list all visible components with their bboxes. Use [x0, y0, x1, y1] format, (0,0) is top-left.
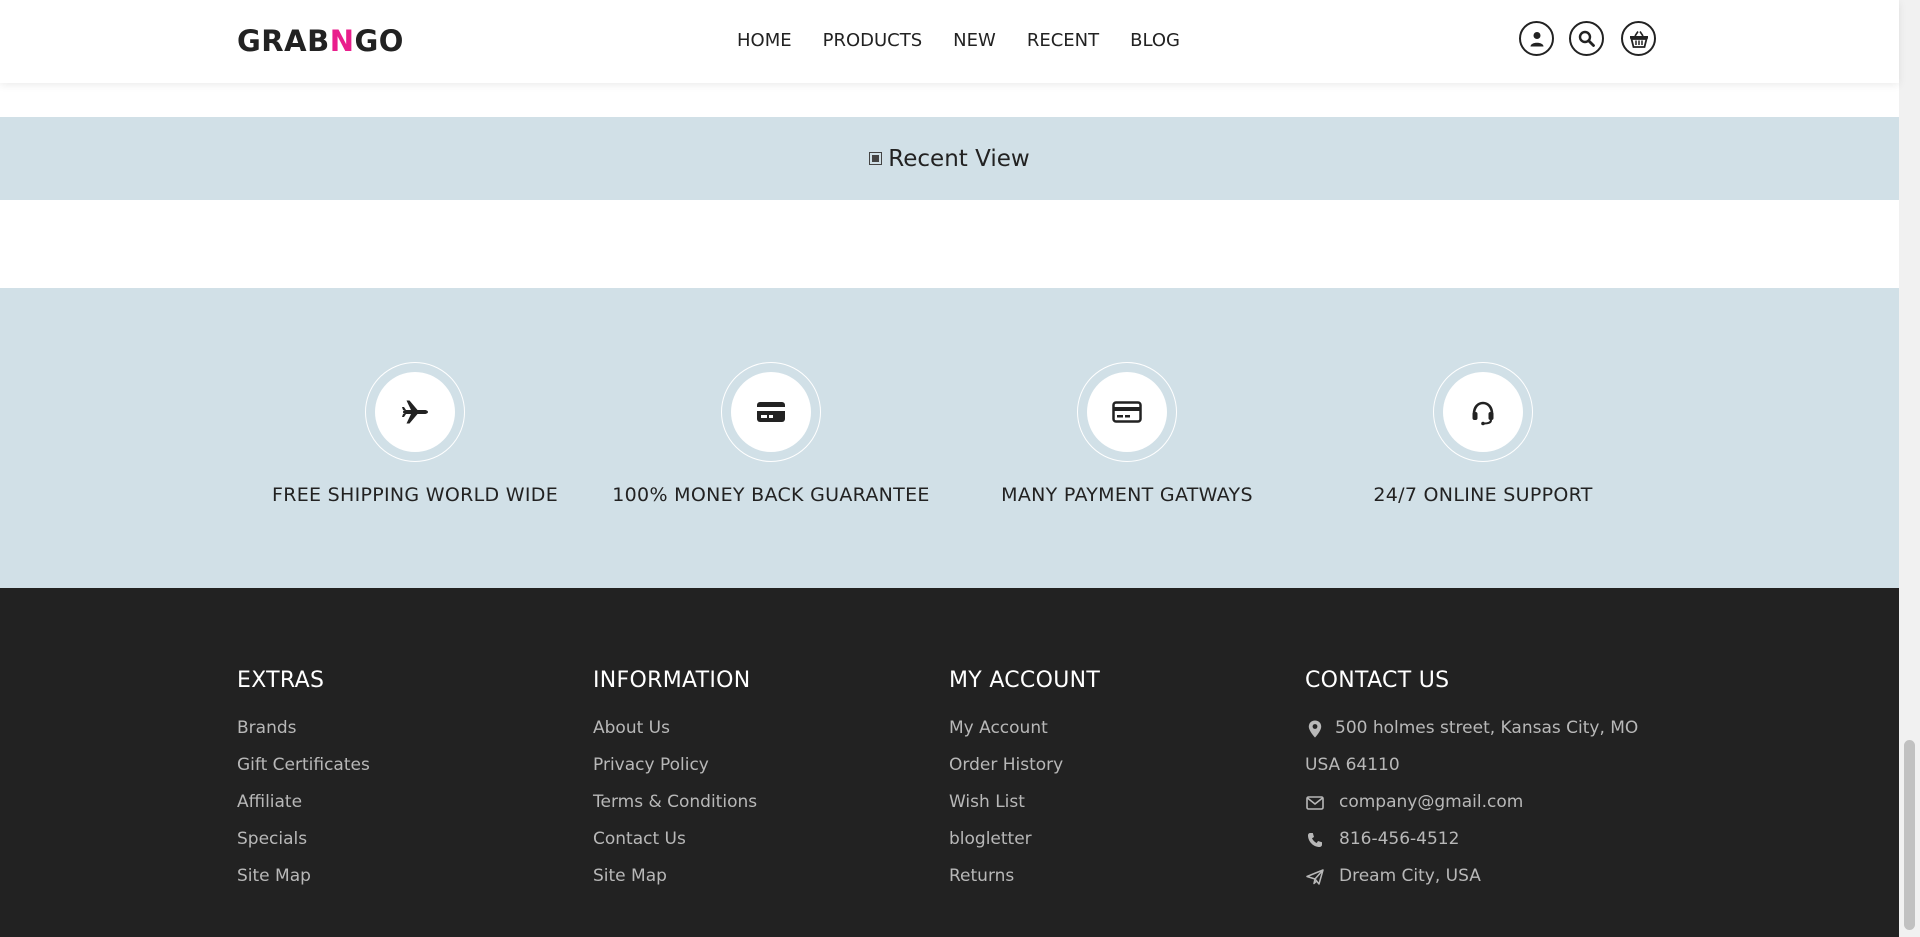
headset-icon	[1472, 401, 1494, 426]
contact-address-cont: USA 64110	[1305, 747, 1638, 784]
footer-col-information: INFORMATION About Us Privacy Policy Term…	[593, 668, 757, 895]
search-button[interactable]	[1569, 21, 1604, 56]
footer-link-blogletter[interactable]: blogletter	[949, 821, 1100, 858]
recent-view-heading: Recent View	[869, 145, 1030, 172]
feature-icon-circle	[1443, 372, 1523, 452]
search-icon	[1578, 30, 1595, 47]
map-marker-icon	[1305, 720, 1325, 738]
envelope-icon	[1305, 795, 1325, 810]
user-icon	[1530, 31, 1543, 46]
feature-icon-circle	[731, 372, 811, 452]
footer-link-site-map[interactable]: Site Map	[593, 858, 757, 895]
scrollbar-thumb[interactable]	[1904, 740, 1915, 930]
nav-home[interactable]: HOME	[737, 30, 792, 51]
footer-link-site-map[interactable]: Site Map	[237, 858, 370, 895]
footer-col-extras: EXTRAS Brands Gift Certificates Affiliat…	[237, 668, 370, 895]
contact-email[interactable]: company@gmail.com	[1305, 784, 1638, 821]
feature-icon-ring	[1433, 362, 1533, 462]
main-nav: HOME PRODUCTS NEW RECENT BLOG	[737, 30, 1180, 51]
feature-icon-ring	[365, 362, 465, 462]
contact-phone-text: 816-456-4512	[1339, 829, 1460, 849]
contact-email-text: company@gmail.com	[1339, 792, 1524, 812]
footer-link-wish-list[interactable]: Wish List	[949, 784, 1100, 821]
contact-address: 500 holmes street, Kansas City, MO	[1305, 710, 1638, 747]
logo-text-go: GO	[354, 24, 404, 58]
footer-heading-information: INFORMATION	[593, 668, 751, 693]
contact-location-text: Dream City, USA	[1339, 866, 1481, 886]
footer-heading-my-account: MY ACCOUNT	[949, 668, 1101, 693]
nav-products[interactable]: PRODUCTS	[823, 30, 923, 51]
payment-card-icon	[1112, 401, 1142, 423]
credit-card-icon	[757, 402, 785, 422]
footer-link-order-history[interactable]: Order History	[949, 747, 1100, 784]
page-scrollbar[interactable]	[1899, 0, 1920, 937]
feature-online-support: 24/7 ONLINE SUPPORT	[1305, 362, 1661, 506]
footer-link-specials[interactable]: Specials	[237, 821, 370, 858]
footer-col-my-account: MY ACCOUNT My Account Order History Wish…	[949, 668, 1100, 895]
contact-address-line1: 500 holmes street, Kansas City, MO	[1335, 718, 1639, 738]
account-button[interactable]	[1519, 21, 1554, 56]
feature-money-back: 100% MONEY BACK GUARANTEE	[593, 362, 949, 506]
nav-new[interactable]: NEW	[953, 30, 996, 51]
logo-text-n: N	[329, 24, 355, 58]
footer-link-terms[interactable]: Terms & Conditions	[593, 784, 757, 821]
basket-icon	[1629, 30, 1648, 48]
footer-link-gift-certificates[interactable]: Gift Certificates	[237, 747, 370, 784]
broken-image-icon	[869, 152, 883, 165]
feature-label: FREE SHIPPING WORLD WIDE	[271, 484, 559, 506]
footer-link-returns[interactable]: Returns	[949, 858, 1100, 895]
paper-plane-icon	[1305, 868, 1325, 885]
footer-link-my-account[interactable]: My Account	[949, 710, 1100, 747]
nav-blog[interactable]: BLOG	[1130, 30, 1180, 51]
logo-text-grab: GRAB	[237, 24, 330, 58]
feature-label: 100% MONEY BACK GUARANTEE	[612, 484, 930, 506]
features-section: FREE SHIPPING WORLD WIDE 100% MONEY BACK…	[0, 288, 1899, 588]
airplane-icon	[402, 400, 428, 424]
footer-link-brands[interactable]: Brands	[237, 710, 370, 747]
feature-icon-ring	[721, 362, 821, 462]
nav-recent[interactable]: RECENT	[1027, 30, 1099, 51]
recent-view-section: Recent View	[0, 117, 1899, 200]
site-footer: EXTRAS Brands Gift Certificates Affiliat…	[0, 588, 1899, 937]
contact-address-line2: USA 64110	[1305, 755, 1400, 775]
recent-view-title: Recent View	[888, 145, 1030, 172]
feature-icon-ring	[1077, 362, 1177, 462]
footer-link-about-us[interactable]: About Us	[593, 710, 757, 747]
feature-label: 24/7 ONLINE SUPPORT	[1373, 484, 1593, 506]
phone-icon	[1305, 832, 1325, 848]
footer-link-contact-us[interactable]: Contact Us	[593, 821, 757, 858]
cart-button[interactable]	[1621, 21, 1656, 56]
footer-heading-extras: EXTRAS	[237, 668, 325, 693]
feature-payment-gateways: MANY PAYMENT GATWAYS	[949, 362, 1305, 506]
feature-icon-circle	[375, 372, 455, 452]
site-header: GRABNGO HOME PRODUCTS NEW RECENT BLOG	[0, 0, 1899, 83]
footer-heading-contact: CONTACT US	[1305, 668, 1450, 693]
footer-link-affiliate[interactable]: Affiliate	[237, 784, 370, 821]
site-logo[interactable]: GRABNGO	[237, 24, 404, 58]
feature-icon-circle	[1087, 372, 1167, 452]
contact-location: Dream City, USA	[1305, 858, 1638, 895]
footer-col-contact: CONTACT US 500 holmes street, Kansas Cit…	[1305, 668, 1638, 895]
footer-link-privacy-policy[interactable]: Privacy Policy	[593, 747, 757, 784]
page: GRABNGO HOME PRODUCTS NEW RECENT BLOG Re…	[0, 0, 1899, 937]
contact-phone[interactable]: 816-456-4512	[1305, 821, 1638, 858]
feature-free-shipping: FREE SHIPPING WORLD WIDE	[237, 362, 593, 506]
feature-label: MANY PAYMENT GATWAYS	[1001, 484, 1253, 506]
